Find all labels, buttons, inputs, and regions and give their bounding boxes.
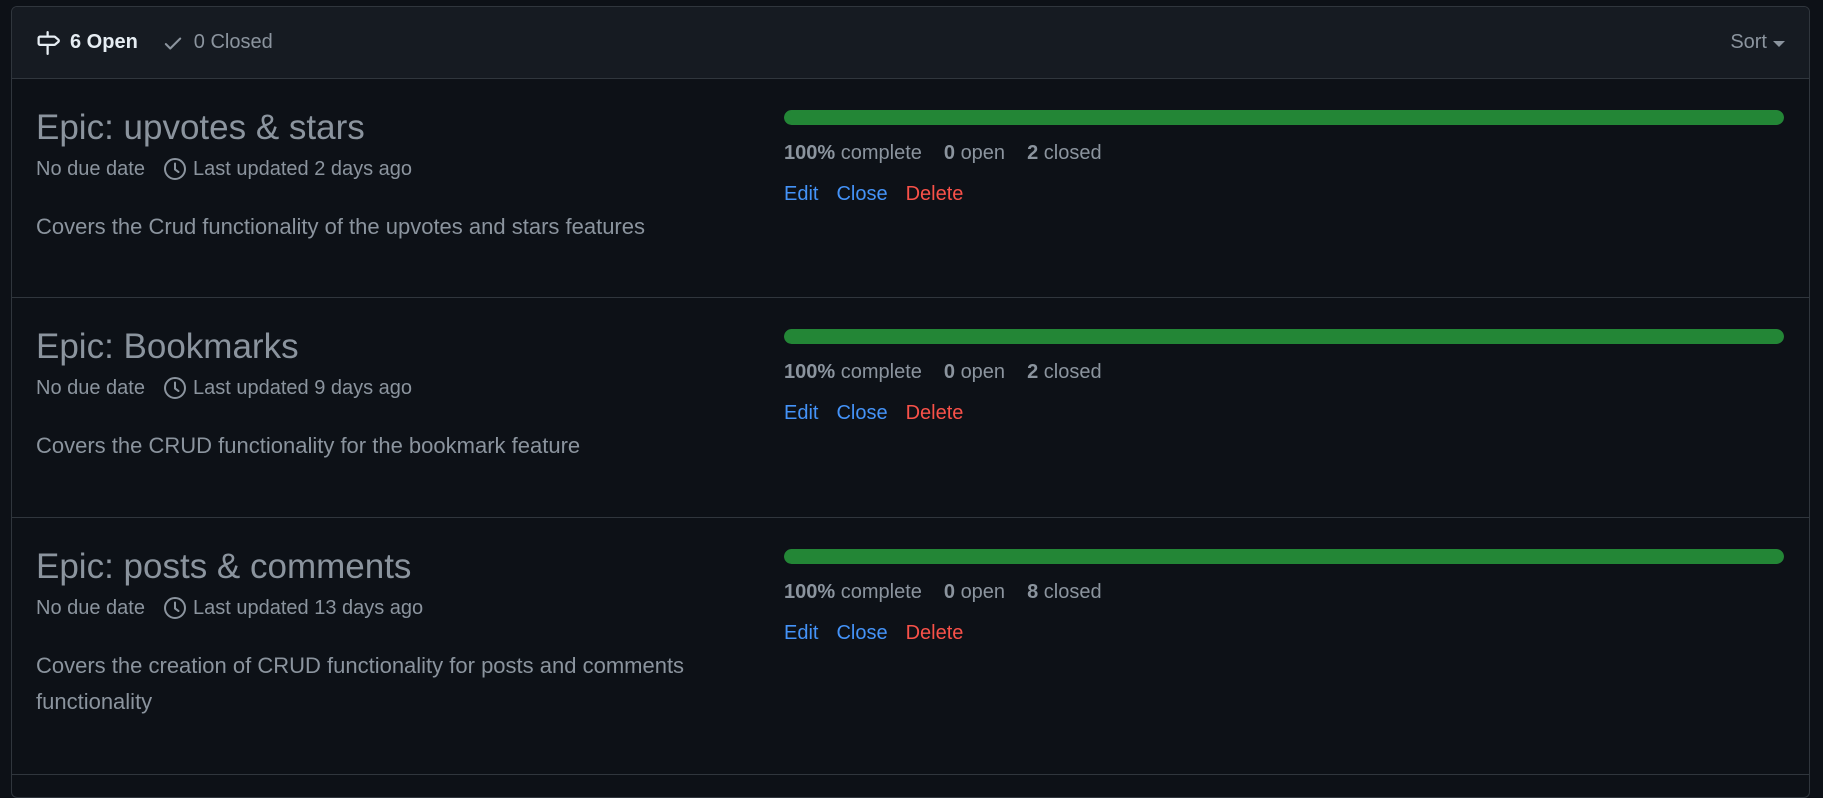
closed-issues-count[interactable]: 8 closed [1027,581,1102,604]
due-date: No due date [36,157,145,180]
last-updated-text: Last updated 2 days ago [192,157,413,180]
milestone-actions: Edit Close Delete [784,402,1784,425]
milestone-info: Epic: posts & comments No due date Last … [36,546,736,720]
milestone-stats: 100% complete 0 open 2 closed [784,142,1784,165]
progress-fill [784,549,1784,564]
last-updated-text: Last updated 13 days ago [192,596,424,619]
sort-label: Sort [1730,31,1767,53]
milestone-description: Covers the creation of CRUD functionalit… [36,653,685,714]
progress-bar [784,110,1784,125]
percent-complete: 100% complete [784,581,922,603]
milestone-title[interactable]: Epic: posts & comments [36,546,736,588]
milestone-meta: No due date Last updated 2 days ago [36,157,736,181]
closed-count-label: 0 Closed [193,31,273,53]
milestone-stats: 100% complete 0 open 2 closed [784,361,1784,384]
progress-fill [784,110,1784,125]
last-updated: Last updated 2 days ago [163,157,412,181]
progress-bar [784,329,1784,344]
milestone-stats: 100% complete 0 open 8 closed [784,581,1784,604]
milestone-info: Epic: upvotes & stars No due date Last u… [36,107,736,245]
milestone-meta: No due date Last updated 13 days ago [36,596,736,620]
sort-dropdown[interactable]: Sort [1730,7,1785,78]
last-updated: Last updated 13 days ago [163,596,423,620]
closed-milestones-link[interactable]: 0 Closed [162,31,273,54]
milestone-row: Epic: posts & comments No due date Last … [12,518,1809,775]
milestone-title[interactable]: Epic: Bookmarks [36,326,736,368]
milestone-actions: Edit Close Delete [784,622,1784,645]
open-issues-count[interactable]: 0 open [944,142,1005,165]
edit-link[interactable]: Edit [784,622,818,645]
last-updated: Last updated 9 days ago [163,376,412,400]
chevron-down-icon [1773,40,1785,47]
delete-link[interactable]: Delete [906,183,964,206]
close-link[interactable]: Close [836,402,887,425]
check-icon [164,37,182,50]
due-date: No due date [36,376,145,399]
closed-issues-count[interactable]: 2 closed [1027,142,1102,165]
open-count-label: 6 Open [70,31,138,53]
open-issues-count[interactable]: 0 open [944,581,1005,604]
due-date: No due date [36,596,145,619]
milestone-info: Epic: Bookmarks No due date Last updated… [36,326,736,464]
edit-link[interactable]: Edit [784,402,818,425]
milestone-icon [37,30,60,55]
milestone-progress-area: 100% complete 0 open 2 closed Edit Close… [784,329,1784,425]
milestones-header: 6 Open 0 Closed Sort [12,7,1809,79]
close-link[interactable]: Close [836,183,887,206]
milestone-meta: No due date Last updated 9 days ago [36,376,736,400]
milestone-title[interactable]: Epic: upvotes & stars [36,107,736,149]
milestone-progress-area: 100% complete 0 open 2 closed Edit Close… [784,110,1784,206]
clock-icon [163,597,186,619]
open-milestones-link[interactable]: 6 Open [36,30,138,55]
milestone-row: Epic: Bookmarks No due date Last updated… [12,298,1809,518]
percent-complete: 100% complete [784,142,922,164]
last-updated-text: Last updated 9 days ago [192,376,413,399]
clock-icon [163,158,186,180]
percent-complete: 100% complete [784,361,922,383]
milestone-actions: Edit Close Delete [784,183,1784,206]
progress-bar [784,549,1784,564]
milestone-progress-area: 100% complete 0 open 8 closed Edit Close… [784,549,1784,645]
close-link[interactable]: Close [836,622,887,645]
milestone-description: Covers the Crud functionality of the upv… [36,214,645,239]
milestone-row: Epic: upvotes & stars No due date Last u… [12,79,1809,298]
milestones-box: 6 Open 0 Closed Sort Epic: upvotes & sta… [11,6,1810,798]
progress-fill [784,329,1784,344]
open-issues-count[interactable]: 0 open [944,361,1005,384]
delete-link[interactable]: Delete [906,622,964,645]
edit-link[interactable]: Edit [784,183,818,206]
delete-link[interactable]: Delete [906,402,964,425]
milestone-description: Covers the CRUD functionality for the bo… [36,433,581,458]
closed-issues-count[interactable]: 2 closed [1027,361,1102,384]
clock-icon [163,377,186,399]
